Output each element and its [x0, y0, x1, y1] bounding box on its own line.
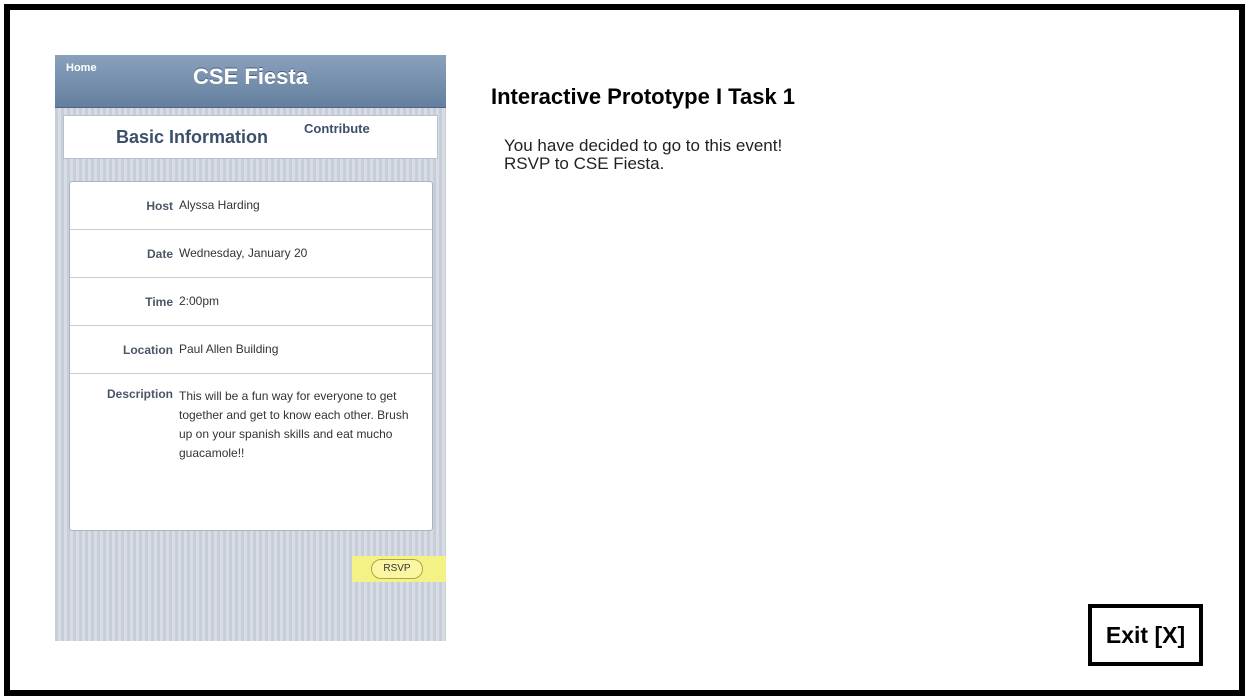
info-value: 2:00pm: [179, 294, 220, 308]
phone-screen: Home CSE Fiesta Basic Information Contri…: [55, 55, 446, 641]
tab-contribute[interactable]: Contribute: [304, 121, 370, 136]
info-label: Host: [146, 198, 173, 213]
info-label: Time: [145, 294, 173, 309]
info-label: Description: [106, 387, 173, 401]
task-line-2: RSVP to CSE Fiesta.: [504, 154, 665, 173]
info-row-time: Time 2:00pm: [70, 278, 432, 326]
info-value: Alyssa Harding: [179, 198, 260, 212]
tab-strip: Basic Information Contribute: [63, 115, 438, 159]
info-row-description: Description This will be a fun way for e…: [70, 374, 432, 530]
info-value: Paul Allen Building: [179, 342, 279, 356]
event-info-table: Host Alyssa Harding Date Wednesday, Janu…: [69, 181, 433, 531]
info-row-date: Date Wednesday, January 20: [70, 230, 432, 278]
rsvp-button[interactable]: RSVP: [371, 559, 423, 579]
nav-bar: Home CSE Fiesta: [55, 55, 446, 108]
info-row-host: Host Alyssa Harding: [70, 182, 432, 230]
info-row-location: Location Paul Allen Building: [70, 326, 432, 374]
nav-title: CSE Fiesta: [193, 64, 308, 89]
task-line-1: You have decided to go to this event!: [504, 136, 783, 155]
info-label: Location: [123, 342, 173, 357]
info-label: Date: [146, 246, 173, 261]
info-value: This will be a fun way for everyone to g…: [179, 389, 409, 460]
info-value: Wednesday, January 20: [179, 246, 308, 260]
exit-button[interactable]: Exit [X]: [1088, 604, 1203, 666]
task-description: You have decided to go to this event! RS…: [504, 137, 782, 173]
task-title: Interactive Prototype I Task 1: [491, 84, 796, 109]
tab-basic-information[interactable]: Basic Information: [116, 127, 268, 148]
